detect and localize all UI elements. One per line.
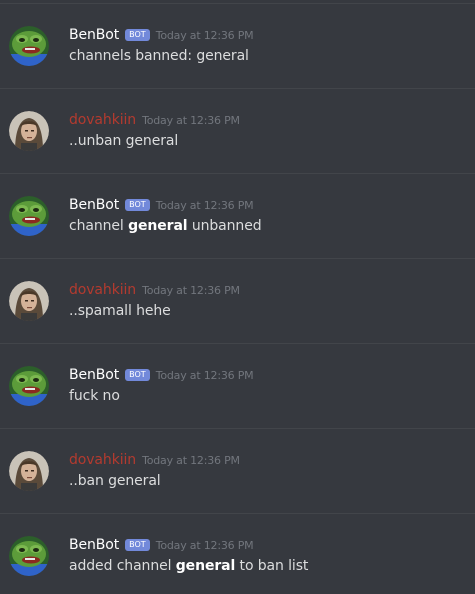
bot-avatar-icon[interactable] bbox=[9, 26, 49, 66]
message-timestamp: Today at 12:36 PM bbox=[155, 538, 254, 552]
message-header: BenBot BOT Today at 12:36 PM bbox=[69, 366, 254, 384]
chat-message: dovahkiin Today at 12:36 PM ..ban genera… bbox=[0, 429, 475, 514]
message-text-prefix: channel bbox=[69, 218, 129, 234]
message-header: BenBot BOT Today at 12:36 PM bbox=[69, 26, 254, 44]
user-avatar-icon[interactable] bbox=[9, 281, 49, 321]
message-text: ..spamall hehe bbox=[69, 303, 171, 319]
message-text: channels banned: general bbox=[69, 48, 249, 64]
chat-message: dovahkiin Today at 12:36 PM ..spamall he… bbox=[0, 259, 475, 344]
author-name[interactable]: dovahkiin bbox=[69, 452, 136, 468]
author-name[interactable]: BenBot bbox=[69, 537, 119, 553]
bot-badge: BOT bbox=[125, 199, 150, 211]
chat-message: dovahkiin Today at 12:36 PM ..unban gene… bbox=[0, 89, 475, 174]
message-text-suffix: to ban list bbox=[235, 558, 309, 574]
message-timestamp: Today at 12:36 PM bbox=[155, 368, 254, 382]
message-content: added channel general to ban list bbox=[69, 558, 308, 574]
message-content: ..spamall hehe bbox=[69, 303, 171, 319]
message-content: ..ban general bbox=[69, 473, 161, 489]
chat-message-list: BenBot BOT Today at 12:36 PM channels ba… bbox=[0, 4, 475, 594]
bot-avatar-icon[interactable] bbox=[9, 536, 49, 576]
user-avatar-icon[interactable] bbox=[9, 451, 49, 491]
message-content: fuck no bbox=[69, 388, 120, 404]
chat-message: BenBot BOT Today at 12:36 PM channel gen… bbox=[0, 174, 475, 259]
author-name[interactable]: BenBot bbox=[69, 197, 119, 213]
message-timestamp: Today at 12:36 PM bbox=[142, 113, 240, 127]
channel-mention-bold: general bbox=[128, 218, 188, 234]
channel-mention-bold: general bbox=[175, 558, 236, 574]
message-header: dovahkiin Today at 12:36 PM bbox=[69, 451, 240, 469]
chat-message: BenBot BOT Today at 12:36 PM channels ba… bbox=[0, 4, 475, 89]
author-name[interactable]: dovahkiin bbox=[69, 282, 136, 298]
message-timestamp: Today at 12:36 PM bbox=[142, 283, 240, 297]
message-header: dovahkiin Today at 12:36 PM bbox=[69, 281, 240, 299]
bot-avatar-icon[interactable] bbox=[9, 196, 49, 236]
message-header: BenBot BOT Today at 12:36 PM bbox=[69, 536, 254, 554]
bot-badge: BOT bbox=[125, 539, 150, 551]
message-text: fuck no bbox=[69, 388, 120, 404]
message-header: dovahkiin Today at 12:36 PM bbox=[69, 111, 240, 129]
message-text-prefix: added channel bbox=[69, 558, 176, 574]
message-text: ..unban general bbox=[69, 133, 179, 149]
message-text: ..ban general bbox=[69, 473, 161, 489]
message-timestamp: Today at 12:36 PM bbox=[155, 28, 254, 42]
message-content: ..unban general bbox=[69, 133, 178, 149]
message-timestamp: Today at 12:36 PM bbox=[142, 453, 240, 467]
author-name[interactable]: BenBot bbox=[69, 367, 119, 383]
message-text-suffix: unbanned bbox=[187, 218, 262, 234]
bot-avatar-icon[interactable] bbox=[9, 366, 49, 406]
author-name[interactable]: BenBot bbox=[69, 27, 119, 43]
message-timestamp: Today at 12:36 PM bbox=[155, 198, 254, 212]
message-content: channels banned: general bbox=[69, 48, 249, 64]
chat-message: BenBot BOT Today at 12:36 PM added chann… bbox=[0, 514, 475, 594]
user-avatar-icon[interactable] bbox=[9, 111, 49, 151]
chat-message: BenBot BOT Today at 12:36 PM fuck no bbox=[0, 344, 475, 429]
message-content: channel general unbanned bbox=[69, 218, 262, 234]
bot-badge: BOT bbox=[125, 29, 150, 41]
bot-badge: BOT bbox=[125, 369, 150, 381]
author-name[interactable]: dovahkiin bbox=[69, 112, 136, 128]
message-header: BenBot BOT Today at 12:36 PM bbox=[69, 196, 254, 214]
